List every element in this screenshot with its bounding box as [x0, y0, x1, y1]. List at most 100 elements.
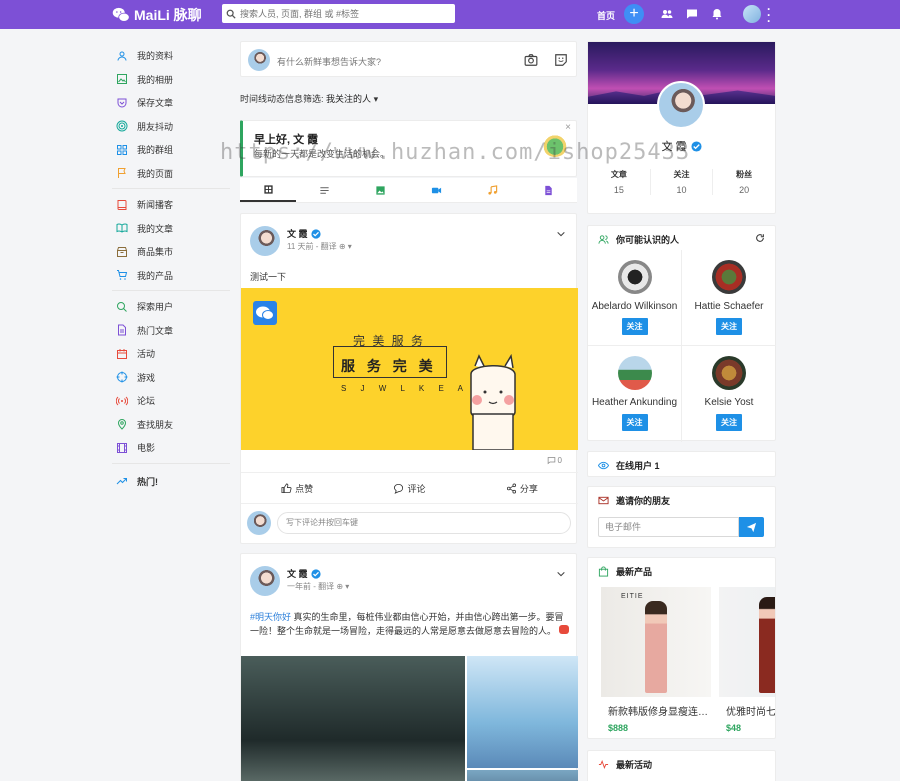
friends-icon[interactable]: [661, 8, 673, 20]
composer-avatar: [248, 49, 270, 71]
online-users[interactable]: 在线用户 1: [587, 451, 776, 477]
person-avatar[interactable]: [617, 260, 652, 294]
stat-posts[interactable]: 文章 15: [588, 169, 651, 195]
sidebar-item-label: 我的资料: [137, 51, 174, 62]
verified-icon: [310, 568, 321, 579]
post-body: 真实的生命里，每桩伟业都由信心开始，并由信心跨出第一步。要冒一险！整个生命就是一…: [250, 612, 564, 636]
search-input[interactable]: [240, 8, 450, 19]
sidebar-item[interactable]: 我的产品: [112, 264, 230, 288]
send-invite-button[interactable]: [739, 517, 764, 537]
timeline-filter[interactable]: 时间线动态信息筛选: 我关注的人 ▾: [240, 92, 378, 105]
person-avatar[interactable]: [712, 260, 746, 294]
tab-music[interactable]: [465, 178, 521, 202]
close-icon[interactable]: ×: [565, 122, 571, 133]
sidebar-item[interactable]: 保存文章: [112, 91, 230, 115]
follow-button[interactable]: 关注: [621, 318, 648, 335]
refresh-icon[interactable]: [755, 233, 765, 243]
logo[interactable]: MaiLi 脉聊: [112, 5, 202, 25]
post-author[interactable]: 文 霞: [287, 567, 321, 580]
person-avatar[interactable]: [712, 356, 746, 390]
user-avatar[interactable]: [743, 5, 761, 23]
post-author-name[interactable]: 文 霞: [287, 227, 308, 240]
comment-button[interactable]: 评论: [353, 473, 465, 503]
more-menu-icon[interactable]: · · ·: [767, 3, 771, 27]
person-avatar[interactable]: [617, 356, 652, 390]
comment-input[interactable]: 写下评论并按回车键: [277, 512, 571, 534]
product-brand: EITIE: [621, 593, 644, 600]
post-author-avatar[interactable]: [250, 226, 280, 256]
sidebar-item[interactable]: 朋友抖动: [112, 115, 230, 139]
sidebar-item-hot[interactable]: 热门!: [112, 470, 230, 494]
sidebar-item[interactable]: 新闻播客: [112, 193, 230, 217]
search-icon: [117, 301, 127, 312]
filter-value[interactable]: 我关注的人: [326, 94, 371, 104]
follow-button[interactable]: 关注: [621, 414, 648, 431]
sidebar-item[interactable]: 商品集市: [112, 240, 230, 264]
sidebar-item[interactable]: 游戏: [112, 366, 230, 390]
sidebar-item[interactable]: 活动: [112, 342, 230, 366]
follow-button[interactable]: 关注: [716, 414, 742, 431]
hashtag-link[interactable]: #明天你好: [250, 612, 291, 622]
banner-line2: 服 务 完 美: [341, 358, 437, 374]
composer-placeholder[interactable]: 有什么新鲜事想告诉大家?: [277, 55, 381, 68]
sidebar-item[interactable]: 探索用户: [112, 295, 230, 319]
like-button[interactable]: 点赞: [241, 473, 353, 503]
product-image[interactable]: EITIE: [601, 587, 711, 697]
sidebar-item[interactable]: 我的相册: [112, 68, 230, 92]
search-box[interactable]: [222, 4, 455, 23]
product-item[interactable]: EITIE 新款韩版修身显瘦连衣裙 $888: [601, 587, 711, 734]
sidebar-item[interactable]: 论坛: [112, 389, 230, 413]
post-author[interactable]: 文 霞: [287, 227, 321, 240]
location-icon: [117, 419, 127, 430]
chevron-down-icon[interactable]: [556, 569, 566, 579]
greeting-subtitle: 每新的一天都是改变生活的机会。: [254, 149, 390, 159]
share-button[interactable]: 分享: [466, 473, 578, 503]
follow-button[interactable]: 关注: [716, 318, 742, 335]
globe-icon[interactable]: ⊕ ▾: [336, 582, 349, 591]
post-photo[interactable]: [467, 656, 578, 768]
tab-photo[interactable]: [352, 178, 408, 202]
sidebar-item[interactable]: 我的页面: [112, 162, 230, 186]
nav-home-link[interactable]: 首页: [597, 9, 615, 22]
messages-icon[interactable]: [686, 8, 698, 20]
sidebar-item[interactable]: 我的资料: [112, 44, 230, 68]
post-composer[interactable]: 有什么新鲜事想告诉大家?: [240, 41, 577, 77]
stat-followers[interactable]: 粉丝 20: [713, 169, 775, 195]
person-name[interactable]: Abelardo Wilkinson: [588, 301, 681, 312]
post-author-avatar[interactable]: [250, 566, 280, 596]
product-image[interactable]: [719, 587, 775, 697]
sidebar-item[interactable]: 热门文章: [112, 319, 230, 343]
post-photo[interactable]: [241, 656, 465, 781]
sidebar-item[interactable]: 我的群组: [112, 138, 230, 162]
sidebar-item[interactable]: 电影: [112, 436, 230, 460]
profile-name[interactable]: 文 霞: [588, 138, 775, 154]
sidebar-item[interactable]: 我的文章: [112, 217, 230, 241]
person-name[interactable]: Kelsie Yost: [682, 397, 776, 408]
tab-text[interactable]: [296, 178, 352, 202]
tab-file[interactable]: [521, 178, 577, 202]
chevron-down-icon[interactable]: ▾: [374, 94, 379, 104]
verified-icon: [310, 228, 321, 239]
person-name[interactable]: Hattie Schaefer: [682, 301, 776, 312]
email-input[interactable]: 电子邮件: [598, 517, 739, 537]
create-button[interactable]: +: [624, 4, 644, 24]
person-name[interactable]: Heather Ankunding: [588, 397, 681, 408]
stat-following[interactable]: 关注 10: [651, 169, 714, 195]
post-author-name[interactable]: 文 霞: [287, 567, 308, 580]
profile-name-text[interactable]: 文 霞: [661, 138, 686, 154]
product-name[interactable]: 新款韩版修身显瘦连衣裙: [601, 703, 711, 718]
bell-icon[interactable]: [711, 8, 723, 20]
chevron-down-icon[interactable]: [556, 229, 566, 239]
post-image[interactable]: 完 美 服 务 服 务 完 美 S J W L K E A: [241, 288, 578, 450]
tab-video[interactable]: [409, 178, 465, 202]
camera-icon[interactable]: [524, 53, 538, 67]
post-meta: 一年前 - 翻译 ⊕ ▾: [287, 581, 349, 592]
tab-all[interactable]: [240, 178, 297, 202]
sidebar-item[interactable]: 查找朋友: [112, 413, 230, 437]
globe-icon[interactable]: ⊕ ▾: [339, 242, 352, 251]
sticker-icon[interactable]: [554, 53, 568, 67]
product-item[interactable]: 优雅时尚七分袖连衣裙 $48: [719, 587, 775, 734]
product-name[interactable]: 优雅时尚七分袖连衣裙: [719, 703, 775, 718]
profile-avatar[interactable]: [657, 81, 705, 129]
post-photo[interactable]: [467, 770, 578, 781]
